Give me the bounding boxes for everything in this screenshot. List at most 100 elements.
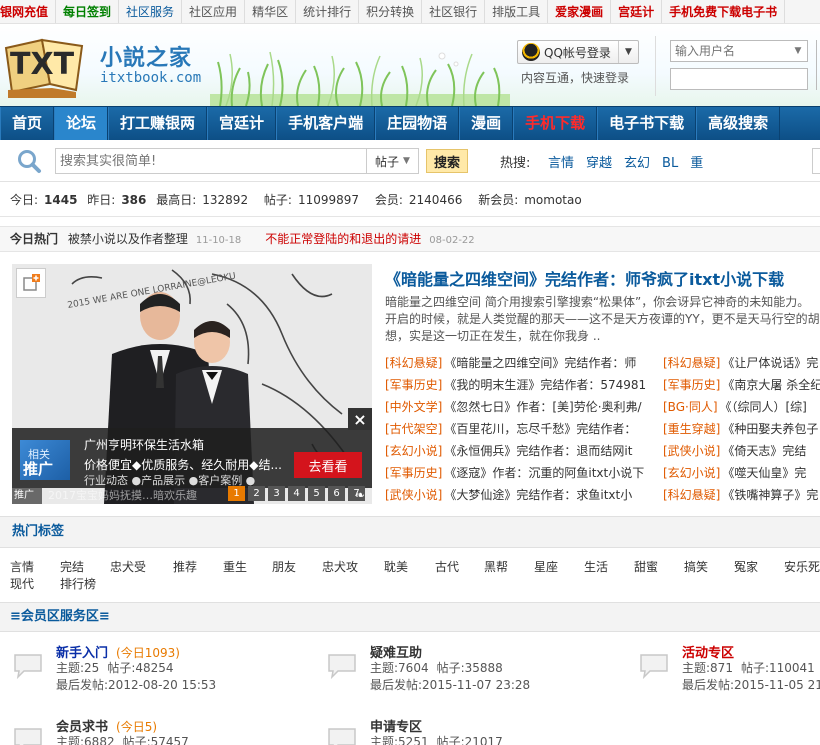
top-link[interactable]: 排版工具: [485, 0, 549, 23]
slide-page-button[interactable]: 5: [308, 486, 325, 501]
ad-title[interactable]: 广州亨明环保生活水箱: [84, 436, 204, 453]
today-hot-link[interactable]: 不能正常登陆的和退出的请进: [265, 232, 421, 246]
tag-link[interactable]: 搞笑: [684, 558, 708, 575]
book-title-link[interactable]: 《铁嘴神算子》完: [722, 488, 818, 502]
tag-link[interactable]: 排行榜: [60, 575, 96, 592]
top-link[interactable]: 社区应用: [182, 0, 246, 23]
book-title-link[interactable]: 《让尸体说话》完: [722, 356, 818, 370]
tag-link[interactable]: 生活: [584, 558, 608, 575]
nav-item[interactable]: 庄园物语: [375, 107, 460, 140]
book-entry[interactable]: [BG·同人] 《（综同人）[综]: [663, 396, 820, 418]
tag-link[interactable]: 忠犬受: [110, 558, 146, 575]
ad-banner[interactable]: × 相关 推广 广州亨明环保生活水箱 价格便宜◆优质服务、经久耐用◆结... 行…: [12, 408, 372, 488]
book-category[interactable]: [武侠小说]: [385, 488, 442, 502]
book-category[interactable]: [科幻悬疑]: [663, 356, 720, 370]
nav-item[interactable]: 电子书下载: [597, 107, 697, 140]
book-entry[interactable]: [古代架空] 《百里花川，忘尽千愁》完结作者：: [385, 418, 647, 440]
add-icon[interactable]: [16, 268, 46, 298]
top-link[interactable]: 社区服务: [119, 0, 183, 23]
hot-search-word[interactable]: 穿越: [586, 156, 612, 171]
nav-item[interactable]: 手机下载: [513, 107, 598, 140]
tag-link[interactable]: 完结: [60, 558, 84, 575]
book-category[interactable]: [玄幻小说]: [385, 444, 442, 458]
book-title-link[interactable]: 《我的明末生涯》完结作者：574981: [444, 378, 646, 392]
tag-link[interactable]: 冤家: [734, 558, 758, 575]
book-entry[interactable]: [军事历史] 《逐寇》作者：沉重的阿鱼itxt小说下: [385, 462, 647, 484]
forum-board[interactable]: 申请专区主题:5251帖子:21017最后发帖:: [326, 716, 626, 745]
book-category[interactable]: [武侠小说]: [663, 444, 720, 458]
forum-board[interactable]: 活动专区主题:871帖子:110041最后发帖:2015-11-05 21:3: [638, 642, 820, 702]
tag-link[interactable]: 现代: [10, 575, 34, 592]
top-link[interactable]: 爱家漫画: [548, 0, 612, 23]
book-title-link[interactable]: 《永恒佣兵》完结作者：退而结网it: [444, 444, 632, 458]
tag-link[interactable]: 耽美: [384, 558, 408, 575]
tag-link[interactable]: 言情: [10, 558, 34, 575]
today-hot-link[interactable]: 被禁小说以及作者整理: [68, 232, 188, 246]
hot-search-word[interactable]: 言情: [548, 156, 574, 171]
slide-page-button[interactable]: 4: [288, 486, 305, 501]
book-category[interactable]: [中外文学]: [385, 400, 442, 414]
book-entry[interactable]: [玄幻小说] 《噬天仙皇》完: [663, 462, 820, 484]
book-category[interactable]: [军事历史]: [663, 378, 720, 392]
forum-board[interactable]: 疑难互助 主题:7604 帖子:35888 最后发帖:2015-11-07 23:28: [326, 642, 626, 702]
slide-page-button[interactable]: 3: [268, 486, 285, 501]
slide-page-button[interactable]: 1: [228, 486, 245, 501]
top-link[interactable]: 宫廷计: [611, 0, 663, 23]
book-title-link[interactable]: 《百里花川，忘尽千愁》完结作者：: [444, 422, 636, 436]
tag-link[interactable]: 推荐: [173, 558, 197, 575]
site-logo[interactable]: TXT 小説之家 itxtbook.com: [2, 30, 202, 100]
password-input[interactable]: [670, 68, 808, 90]
book-entry[interactable]: [重生穿越] 《种田娶夫养包子: [663, 418, 820, 440]
top-link[interactable]: 手机免费下载电子书: [662, 0, 786, 23]
featured-title-link[interactable]: 《暗能量之四维空间》完结作者：师爷疯了itxt小说下载: [385, 266, 784, 290]
book-category[interactable]: [科幻悬疑]: [663, 488, 720, 502]
book-category[interactable]: [玄幻小说]: [663, 466, 720, 480]
book-title-link[interactable]: 《逐寇》作者：沉重的阿鱼itxt小说下: [444, 466, 644, 480]
book-title-link[interactable]: 《大梦仙途》完结作者：求鱼itxt小: [444, 488, 632, 502]
book-title-link[interactable]: 《南京大屠 杀全纪: [722, 378, 820, 392]
book-category[interactable]: [军事历史]: [385, 466, 442, 480]
top-link[interactable]: 社区银行: [422, 0, 486, 23]
slide-page-button[interactable]: 2: [248, 486, 265, 501]
featured-slideshow[interactable]: 2015 WE ARE ONE LORRAINE@LEOKU × 相关 推广 广…: [12, 264, 372, 504]
book-title-link[interactable]: 《噬天仙皇》完: [722, 466, 806, 480]
book-entry[interactable]: [科幻悬疑] 《让尸体说话》完: [663, 352, 820, 374]
tag-link[interactable]: 忠犬攻: [322, 558, 358, 575]
chevron-down-icon[interactable]: ▼: [790, 41, 806, 61]
top-link[interactable]: 每日签到: [56, 0, 120, 23]
search-button[interactable]: 搜索: [426, 149, 468, 173]
nav-item[interactable]: 打工赚银两: [108, 107, 208, 140]
book-entry[interactable]: [科幻悬疑] 《暗能量之四维空间》完结作者：师: [385, 352, 647, 374]
chevron-down-icon[interactable]: ▼: [618, 41, 638, 63]
ad-go-button[interactable]: 去看看: [294, 452, 362, 478]
book-category[interactable]: [BG·同人]: [663, 400, 718, 414]
book-entry[interactable]: [武侠小说] 《大梦仙途》完结作者：求鱼itxt小: [385, 484, 647, 506]
book-entry[interactable]: [科幻悬疑] 《铁嘴神算子》完: [663, 484, 820, 506]
book-entry[interactable]: [中外文学] 《忽然七日》作者：[美]劳伦·奥利弗/: [385, 396, 647, 418]
book-category[interactable]: [军事历史]: [385, 378, 442, 392]
nav-item[interactable]: 手机客户端: [276, 107, 376, 140]
hot-search-word[interactable]: BL: [662, 156, 678, 171]
search-input[interactable]: [55, 148, 367, 174]
top-link[interactable]: 银网充值: [0, 0, 57, 23]
hot-search-word[interactable]: 玄幻: [624, 156, 650, 171]
newest-member-link[interactable]: momotao: [524, 193, 581, 207]
hot-search-word[interactable]: 重: [690, 156, 703, 171]
tag-link[interactable]: 朋友: [272, 558, 296, 575]
book-entry[interactable]: [武侠小说] 《倚天志》完结: [663, 440, 820, 462]
top-link[interactable]: 积分转换: [359, 0, 423, 23]
nav-item[interactable]: 论坛: [54, 107, 109, 140]
tag-link[interactable]: 星座: [534, 558, 558, 575]
nav-item[interactable]: 首页: [0, 107, 55, 140]
nav-item[interactable]: 高级搜索: [696, 107, 781, 140]
tag-link[interactable]: 安乐死: [784, 558, 820, 575]
top-link[interactable]: 精华区: [245, 0, 297, 23]
tag-link[interactable]: 甜蜜: [634, 558, 658, 575]
qq-login-button[interactable]: QQ帐号登录 ▼: [517, 40, 639, 64]
book-title-link[interactable]: 《（综同人）[综]: [720, 400, 807, 414]
book-category[interactable]: [重生穿越]: [663, 422, 720, 436]
tag-link[interactable]: 重生: [223, 558, 247, 575]
book-entry[interactable]: [玄幻小说] 《永恒佣兵》完结作者：退而结网it: [385, 440, 647, 462]
forum-board[interactable]: 新手入门 (今日1093) 主题:25 帖子:48254 最后发帖:2012-08-20…: [12, 642, 312, 702]
book-entry[interactable]: [军事历史] 《我的明末生涯》完结作者：574981: [385, 374, 647, 396]
